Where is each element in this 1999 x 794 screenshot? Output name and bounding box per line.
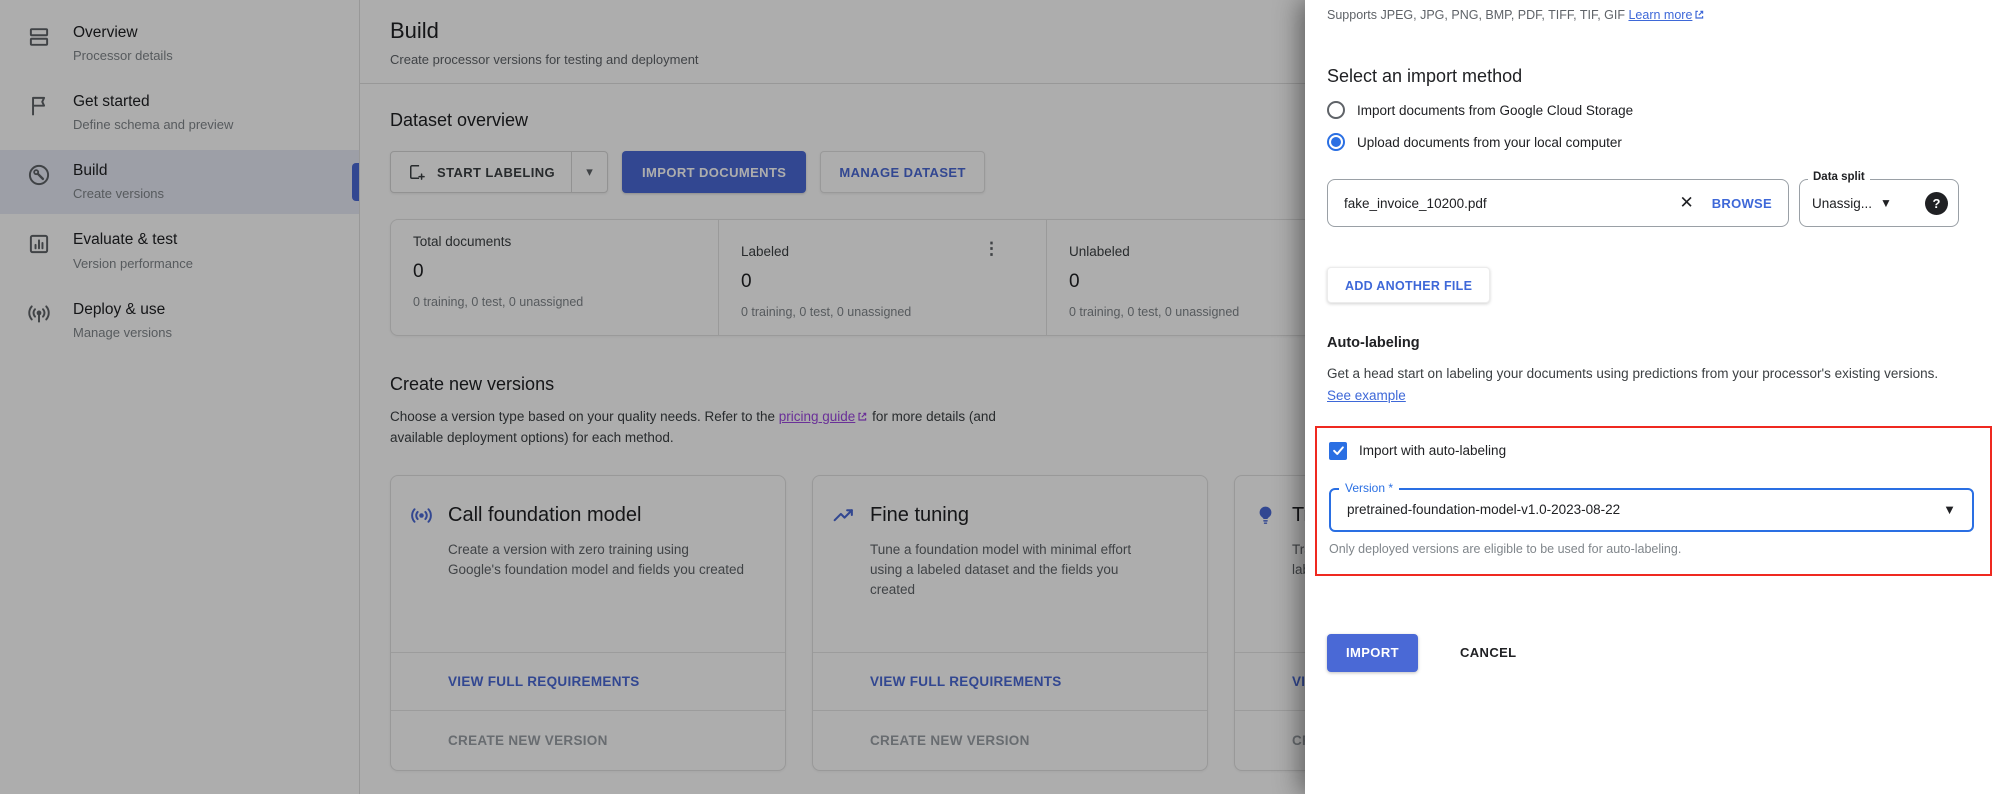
start-labeling-button[interactable]: START LABELING xyxy=(391,152,571,192)
sidebar-item-label: Overview xyxy=(73,23,173,43)
selected-indicator-bar xyxy=(352,163,359,201)
start-labeling-dropdown-arrow[interactable]: ▾ xyxy=(571,152,607,192)
import-panel: Supports JPEG, JPG, PNG, BMP, PDF, TIFF,… xyxy=(1305,0,1999,794)
overview-icon xyxy=(26,24,52,50)
import-button[interactable]: IMPORT xyxy=(1327,634,1418,672)
sidebar-item-evaluate-test[interactable]: Evaluate & test Version performance xyxy=(0,219,359,283)
flag-icon xyxy=(26,93,52,119)
stat-caption: 0 training, 0 test, 0 unassigned xyxy=(413,295,698,309)
stat-value: 0 xyxy=(741,271,1026,293)
sidebar-item-deploy-use[interactable]: Deploy & use Manage versions xyxy=(0,289,359,353)
sidebar-item-build[interactable]: Build Create versions xyxy=(0,150,359,214)
stat-total-documents: Total documents 0 0 training, 0 test, 0 … xyxy=(391,220,718,335)
stat-labeled: ⋮ Labeled 0 0 training, 0 test, 0 unassi… xyxy=(718,220,1046,335)
wrench-circle-icon xyxy=(26,162,52,188)
sidebar-item-sublabel: Version performance xyxy=(73,256,193,271)
data-split-label: Data split xyxy=(1808,171,1870,183)
broadcast-icon xyxy=(409,503,434,528)
label-square-plus-icon xyxy=(407,162,427,182)
create-new-version-button[interactable]: CREATE NEW VERSION xyxy=(391,710,785,770)
radio-label: Import documents from Google Cloud Stora… xyxy=(1357,103,1633,118)
auto-labeling-heading: Auto-labeling xyxy=(1327,335,1975,351)
learn-more-link[interactable]: Learn more xyxy=(1628,8,1692,22)
highlight-red-box: Import with auto-labeling Version * pret… xyxy=(1315,426,1992,576)
sidebar: Overview Processor details Get started D… xyxy=(0,0,360,794)
sidebar-item-get-started[interactable]: Get started Define schema and preview xyxy=(0,81,359,145)
start-labeling-split-button: START LABELING ▾ xyxy=(390,151,608,193)
view-full-requirements-link[interactable]: VIEW FULL REQUIREMENTS xyxy=(813,652,1207,710)
radio-option-gcs[interactable]: Import documents from Google Cloud Stora… xyxy=(1327,101,1975,119)
supports-text: Supports JPEG, JPG, PNG, BMP, PDF, TIFF,… xyxy=(1327,8,1628,22)
remove-file-icon[interactable]: ✕ xyxy=(1675,193,1697,213)
data-split-value: Unassig... xyxy=(1812,196,1872,211)
chevron-down-icon[interactable]: ▼ xyxy=(1943,502,1956,517)
bar-chart-icon xyxy=(26,231,52,257)
card-title: Fine tuning xyxy=(870,504,969,527)
manage-dataset-button[interactable]: MANAGE DATASET xyxy=(820,151,984,193)
create-new-version-button[interactable]: CREATE NEW VERSION xyxy=(813,710,1207,770)
sidebar-item-sublabel: Manage versions xyxy=(73,325,172,340)
external-link-icon xyxy=(857,411,868,422)
selected-file-box: fake_invoice_10200.pdf ✕ BROWSE xyxy=(1327,179,1789,227)
file-name: fake_invoice_10200.pdf xyxy=(1344,196,1675,211)
supported-formats-text: Supports JPEG, JPG, PNG, BMP, PDF, TIFF,… xyxy=(1327,8,1975,22)
checkbox-checked-icon[interactable] xyxy=(1329,442,1347,460)
panel-actions: IMPORT CANCEL xyxy=(1327,634,1975,672)
radio-option-local-upload[interactable]: Upload documents from your local compute… xyxy=(1327,133,1975,151)
import-documents-button[interactable]: IMPORT DOCUMENTS xyxy=(622,151,806,193)
sidebar-item-label: Get started xyxy=(73,92,233,112)
sidebar-item-label: Deploy & use xyxy=(73,300,172,320)
auto-labeling-description: Get a head start on labeling your docume… xyxy=(1327,363,1947,408)
radio-icon[interactable] xyxy=(1327,101,1345,119)
chevron-down-icon[interactable]: ▼ xyxy=(1880,196,1892,210)
version-field-value: pretrained-foundation-model-v1.0-2023-08… xyxy=(1347,502,1943,517)
add-another-file-button[interactable]: ADD ANOTHER FILE xyxy=(1327,267,1490,303)
card-description: Tune a foundation model with minimal eff… xyxy=(870,540,1167,601)
sidebar-item-sublabel: Create versions xyxy=(73,186,164,201)
card-description: Create a version with zero training usin… xyxy=(448,540,745,581)
auto-labeling-text: Get a head start on labeling your docume… xyxy=(1327,366,1938,381)
stat-caption: 0 training, 0 test, 0 unassigned xyxy=(741,305,1026,319)
import-with-auto-labeling-option[interactable]: Import with auto-labeling xyxy=(1329,442,1974,460)
sidebar-item-sublabel: Define schema and preview xyxy=(73,117,233,132)
card-title: Call foundation model xyxy=(448,504,641,527)
card-fine-tuning: Fine tuning Tune a foundation model with… xyxy=(812,475,1208,771)
create-versions-intro: Choose a version type based on your qual… xyxy=(390,407,1030,449)
trending-up-icon xyxy=(831,503,856,528)
start-labeling-label: START LABELING xyxy=(437,165,555,180)
stat-value: 0 xyxy=(413,261,698,283)
version-select[interactable]: Version * pretrained-foundation-model-v1… xyxy=(1329,488,1974,532)
view-full-requirements-link[interactable]: VIEW FULL REQUIREMENTS xyxy=(391,652,785,710)
version-helper-text: Only deployed versions are eligible to b… xyxy=(1329,542,1974,556)
radio-checked-icon[interactable] xyxy=(1327,133,1345,151)
stat-label: Total documents xyxy=(413,234,698,249)
browse-button[interactable]: BROWSE xyxy=(1712,196,1772,211)
sidebar-item-label: Evaluate & test xyxy=(73,230,193,250)
external-link-icon xyxy=(1694,9,1705,20)
sidebar-item-label: Build xyxy=(73,161,164,181)
radio-label: Upload documents from your local compute… xyxy=(1357,135,1622,150)
card-call-foundation-model: Call foundation model Create a version w… xyxy=(390,475,786,771)
intro-text: Choose a version type based on your qual… xyxy=(390,409,779,424)
file-upload-row: fake_invoice_10200.pdf ✕ BROWSE Data spl… xyxy=(1327,179,1975,227)
import-method-heading: Select an import method xyxy=(1327,66,1975,87)
help-icon[interactable]: ? xyxy=(1925,192,1948,215)
checkbox-label: Import with auto-labeling xyxy=(1359,443,1506,458)
data-split-select[interactable]: Data split Unassig... ▼ ? xyxy=(1799,179,1959,227)
version-field-label: Version * xyxy=(1339,481,1399,495)
see-example-link[interactable]: See example xyxy=(1327,388,1406,403)
cancel-button[interactable]: CANCEL xyxy=(1460,645,1517,660)
sidebar-item-sublabel: Processor details xyxy=(73,48,173,63)
pricing-guide-link[interactable]: pricing guide xyxy=(779,409,856,424)
dataset-stats-card: Total documents 0 0 training, 0 test, 0 … xyxy=(390,219,1375,336)
kebab-menu-icon[interactable]: ⋮ xyxy=(983,240,1000,257)
lightbulb-icon xyxy=(1253,503,1278,528)
sidebar-item-overview[interactable]: Overview Processor details xyxy=(0,12,359,76)
broadcast-icon xyxy=(26,301,52,327)
